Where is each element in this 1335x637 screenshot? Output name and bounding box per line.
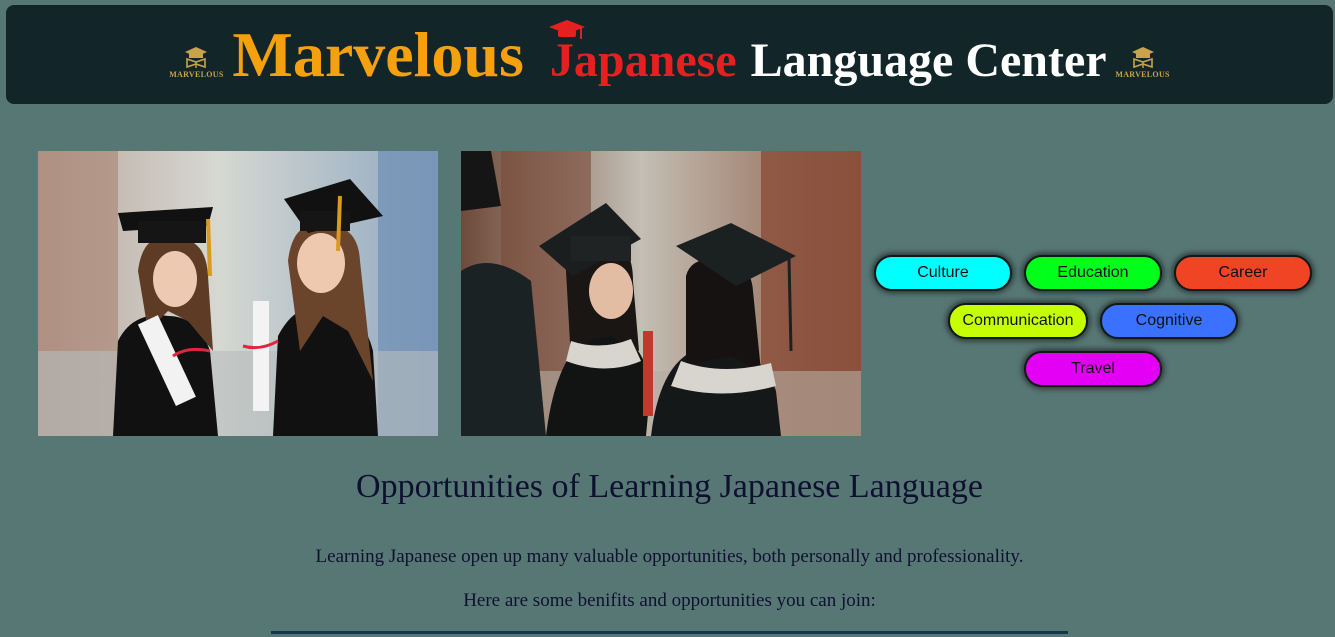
title-japanese-wrap: Japanese bbox=[548, 19, 737, 88]
logo-left[interactable]: MARVELOUS bbox=[166, 45, 226, 79]
title-japanese: Japanese bbox=[549, 33, 737, 87]
logo-text: MARVELOUS bbox=[169, 69, 224, 79]
site-title: Marvelous Japanese Language Center bbox=[232, 18, 1106, 92]
graduation-book-icon bbox=[185, 46, 208, 68]
logo-text: MARVELOUS bbox=[1115, 69, 1170, 79]
tag-travel[interactable]: Travel bbox=[1024, 351, 1162, 387]
title-language-center: Language Center bbox=[750, 33, 1107, 87]
benefit-tags: Culture Education Career Communication C… bbox=[868, 255, 1318, 399]
section-heading: Opportunities of Learning Japanese Langu… bbox=[356, 468, 983, 505]
section-divider bbox=[271, 631, 1068, 634]
tag-career[interactable]: Career bbox=[1174, 255, 1312, 291]
title-marvelous: Marvelous bbox=[232, 18, 524, 90]
tag-education[interactable]: Education bbox=[1024, 255, 1162, 291]
intro-paragraph: Learning Japanese open up many valuable … bbox=[315, 546, 1024, 567]
tag-row-2: Communication Cognitive bbox=[868, 303, 1318, 339]
tag-culture[interactable]: Culture bbox=[874, 255, 1012, 291]
logo-right[interactable]: MARVELOUS bbox=[1113, 45, 1173, 79]
graduation-book-icon bbox=[1131, 46, 1154, 68]
tag-communication[interactable]: Communication bbox=[948, 303, 1088, 339]
graduation-cap-icon bbox=[548, 19, 585, 39]
graduates-photo-2 bbox=[461, 151, 861, 436]
site-header: MARVELOUS Marvelous Japanese Language Ce… bbox=[6, 5, 1333, 104]
tag-row-3: Travel bbox=[868, 351, 1318, 387]
benefits-intro: Here are some benifits and opportunities… bbox=[463, 590, 876, 611]
tag-cognitive[interactable]: Cognitive bbox=[1100, 303, 1238, 339]
tag-row-1: Culture Education Career bbox=[868, 255, 1318, 291]
graduates-photo-1 bbox=[38, 151, 438, 436]
